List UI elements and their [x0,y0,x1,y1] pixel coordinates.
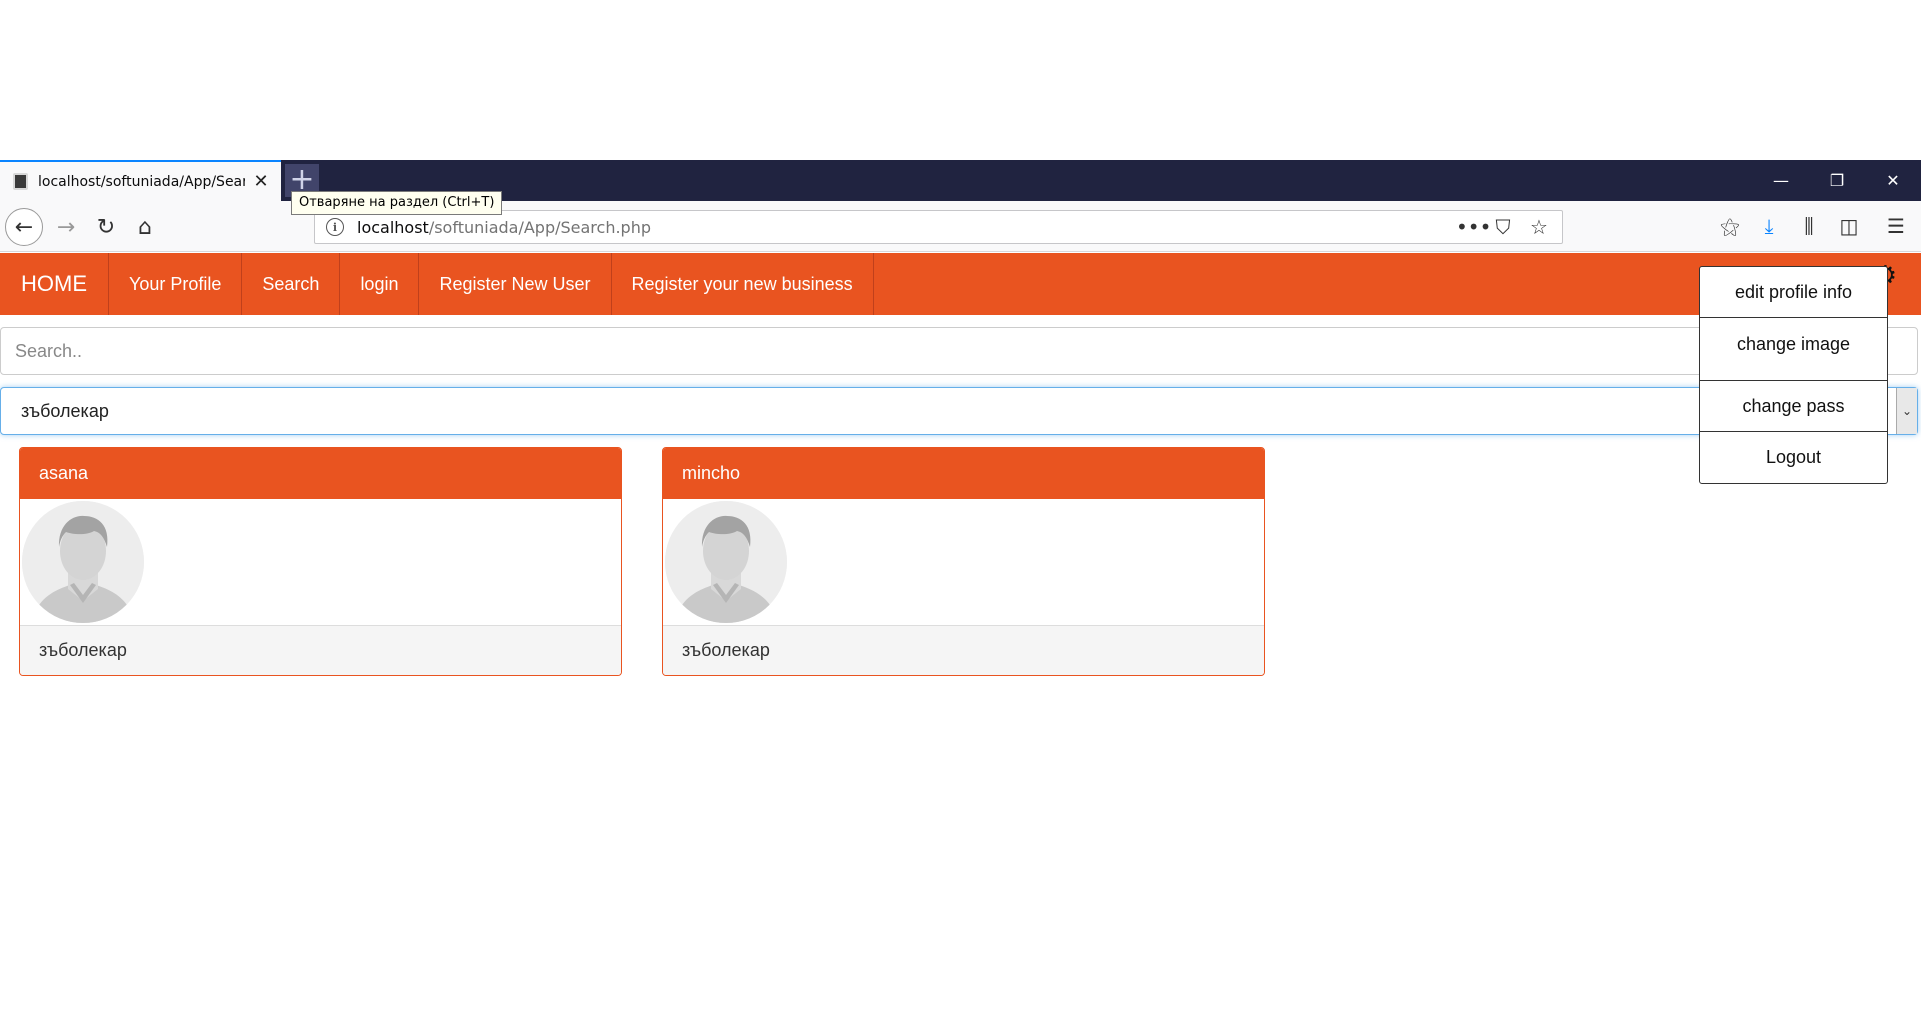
reload-icon[interactable]: ↻ [87,208,125,246]
download-icon[interactable]: ⤓ [1755,212,1783,240]
new-tab-tooltip: Отваряне на раздел (Ctrl+T) [291,191,503,215]
restore-icon[interactable]: ❐ [1809,160,1865,201]
url-host: localhost [357,217,429,237]
change-pass-item[interactable]: change pass [1700,381,1887,432]
nav-profile-link[interactable]: Your Profile [109,253,243,315]
nav-register-user-link[interactable]: Register New User [419,253,612,315]
home-icon[interactable]: ⌂ [126,208,164,246]
selected-category: зъболекар [21,400,109,421]
change-image-item[interactable]: change image [1700,318,1887,381]
card-category: зъболекар [663,625,1264,675]
avatar-placeholder-icon [665,501,787,623]
card-body [20,499,621,625]
nav-search-link[interactable]: Search [242,253,341,315]
category-select[interactable]: зъболекар ⌄ [0,387,1918,435]
window-close-icon[interactable]: ✕ [1865,160,1921,201]
card-name: asana [20,448,621,499]
library-icon[interactable]: ⫼ [1795,212,1823,240]
card-category: зъболекар [20,625,621,675]
settings-dropdown: edit profile info change image change pa… [1699,266,1888,484]
active-tab[interactable]: localhost/softuniada/App/Search.php ✕ [0,160,281,201]
card-body [663,499,1264,625]
nav-toolbar: ← → ↻ ⌂ i localhost /softuniada/App/Sear… [0,201,1921,252]
nav-home-link[interactable]: HOME [0,253,109,315]
site-favicon-icon [13,173,28,190]
tab-close-icon[interactable]: ✕ [251,171,271,192]
result-card[interactable]: asana зъболекар [19,447,622,676]
search-input[interactable] [0,327,1918,375]
pocket-icon[interactable]: ⛉ [1492,215,1514,239]
web-page: HOME Your Profile Search login Register … [0,253,1921,1030]
sidebar-icon[interactable]: ◫ [1835,212,1863,240]
result-card[interactable]: mincho зъболекар [662,447,1265,676]
chevron-down-icon[interactable]: ⌄ [1896,388,1917,434]
menu-icon[interactable]: ☰ [1882,212,1910,240]
logout-item[interactable]: Logout [1700,432,1887,483]
site-navbar: HOME Your Profile Search login Register … [0,253,1921,315]
avatar-placeholder-icon [22,501,144,623]
tab-title: localhost/softuniada/App/Search.php [38,173,245,190]
forward-arrow-icon[interactable]: → [47,208,85,246]
tab-strip: localhost/softuniada/App/Search.php ✕ + … [0,160,1921,215]
card-name: mincho [663,448,1264,499]
back-arrow-icon[interactable]: ← [5,208,43,246]
edit-profile-item[interactable]: edit profile info [1700,267,1887,318]
nav-register-business-link[interactable]: Register your new business [612,253,874,315]
minimize-icon[interactable]: — [1753,160,1809,201]
reading-list-icon[interactable]: ⚝ [1716,212,1744,240]
browser-window: localhost/softuniada/App/Search.php ✕ + … [0,160,1921,252]
site-info-icon[interactable]: i [326,218,344,236]
nav-login-link[interactable]: login [340,253,420,315]
bookmark-star-icon[interactable]: ☆ [1528,215,1550,239]
address-bar[interactable]: i localhost /softuniada/App/Search.php •… [314,210,1563,244]
url-path: /softuniada/App/Search.php [428,217,652,237]
page-actions-icon[interactable]: ••• [1456,215,1491,239]
